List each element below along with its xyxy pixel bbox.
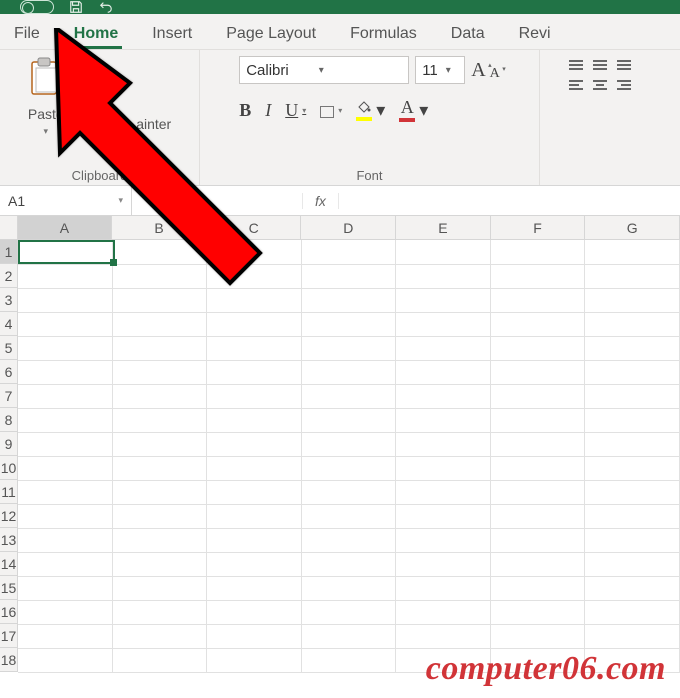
row-header[interactable]: 17	[0, 624, 18, 648]
col-header-b[interactable]: B	[112, 216, 207, 240]
tab-data[interactable]: Data	[447, 19, 489, 49]
title-bar	[0, 0, 680, 14]
row-header[interactable]: 8	[0, 408, 18, 432]
watermark: computer06.com	[426, 650, 666, 688]
col-header-a[interactable]: A	[18, 216, 113, 240]
tab-review[interactable]: Revi	[515, 19, 555, 49]
fx-icon[interactable]: fx	[302, 193, 339, 209]
column-headers: A B C D E F G	[0, 216, 680, 240]
border-icon	[320, 106, 334, 118]
row-header[interactable]: 15	[0, 576, 18, 600]
align-middle-button[interactable]	[593, 60, 607, 70]
col-header-e[interactable]: E	[396, 216, 491, 240]
spreadsheet: A B C D E F G 1 2 3 4 5 6 7 8 9 10 11 12…	[0, 216, 680, 673]
row-header[interactable]: 4	[0, 312, 18, 336]
font-size-value: 11	[422, 62, 438, 79]
formula-bar-row: A1 ▾ fx	[0, 186, 680, 216]
align-right-button[interactable]	[617, 80, 631, 90]
row-header[interactable]: 12	[0, 504, 18, 528]
paintbrush-icon	[74, 114, 90, 133]
group-font: Calibri ▾ 11 ▾ A▴ A▾ B I U▾	[200, 50, 540, 185]
col-header-c[interactable]: C	[207, 216, 302, 240]
chevron-down-icon: ▾	[118, 195, 123, 206]
row-header[interactable]: 2	[0, 264, 18, 288]
row-header[interactable]: 5	[0, 336, 18, 360]
borders-button[interactable]: ▾	[320, 104, 342, 116]
row-header[interactable]: 13	[0, 528, 18, 552]
font-size-select[interactable]: 11 ▾	[415, 56, 465, 84]
row-header[interactable]: 7	[0, 384, 18, 408]
underline-button[interactable]: U▾	[285, 100, 306, 121]
align-left-button[interactable]	[569, 80, 583, 90]
chevron-down-icon: ▾	[338, 106, 342, 115]
font-color-swatch	[399, 118, 415, 122]
align-bottom-button[interactable]	[617, 60, 631, 70]
row-header[interactable]: 16	[0, 600, 18, 624]
row-header[interactable]: 6	[0, 360, 18, 384]
tab-home[interactable]: Home	[70, 19, 122, 49]
align-top-button[interactable]	[569, 60, 583, 70]
chevron-down-icon: ▾	[302, 106, 306, 115]
row-header[interactable]: 10	[0, 456, 18, 480]
bold-button[interactable]: B	[239, 100, 251, 121]
name-box-value: A1	[8, 193, 25, 209]
chevron-down-icon[interactable]: ▾	[376, 100, 385, 121]
group-clipboard-label: Clipboard	[72, 164, 128, 183]
decrease-font-button[interactable]: A▾	[490, 63, 500, 86]
chevron-down-icon: ▾	[446, 65, 451, 76]
row-headers: 1 2 3 4 5 6 7 8 9 10 11 12 13 14 15 16 1…	[0, 240, 18, 673]
font-family-value: Calibri	[246, 62, 289, 79]
row-header[interactable]: 3	[0, 288, 18, 312]
align-center-button[interactable]	[593, 80, 607, 90]
col-header-g[interactable]: G	[585, 216, 680, 240]
tab-insert[interactable]: Insert	[148, 19, 196, 49]
tab-file[interactable]: File	[10, 19, 44, 49]
autosave-toggle[interactable]	[20, 0, 54, 14]
group-clipboard: Paste ▾ y ▾	[0, 50, 200, 185]
scissors-icon	[74, 56, 90, 75]
chevron-down-icon[interactable]: ▾	[419, 100, 428, 121]
row-header[interactable]: 14	[0, 552, 18, 576]
chevron-down-icon: ▾	[44, 126, 49, 137]
font-family-select[interactable]: Calibri ▾	[239, 56, 409, 84]
copy-label: y	[96, 87, 103, 103]
copy-icon	[74, 85, 90, 104]
cut-button[interactable]	[74, 56, 171, 75]
col-header-d[interactable]: D	[301, 216, 396, 240]
font-color-letter: A	[401, 98, 414, 116]
name-box[interactable]: A1 ▾	[0, 186, 132, 216]
paste-button[interactable]: Paste ▾	[28, 56, 64, 137]
ribbon: Paste ▾ y ▾	[0, 50, 680, 186]
ribbon-tabs: File Home Insert Page Layout Formulas Da…	[0, 14, 680, 50]
quick-access-toolbar	[20, 0, 114, 14]
group-font-label: Font	[356, 164, 382, 183]
select-all-corner[interactable]	[0, 216, 18, 240]
fill-color-button[interactable]	[356, 99, 372, 121]
row-header[interactable]: 11	[0, 480, 18, 504]
formula-input[interactable]	[339, 187, 680, 215]
chevron-down-icon: ▾	[109, 86, 116, 103]
row-header[interactable]: 9	[0, 432, 18, 456]
col-header-f[interactable]: F	[491, 216, 586, 240]
italic-button[interactable]: I	[265, 100, 271, 121]
group-alignment	[540, 50, 660, 185]
save-icon[interactable]	[68, 0, 84, 14]
fill-color-swatch	[356, 117, 372, 121]
copy-button[interactable]: y ▾	[74, 85, 171, 104]
chevron-down-icon: ▾	[319, 65, 324, 76]
undo-icon[interactable]	[98, 0, 114, 14]
increase-font-button[interactable]: A▴	[471, 59, 485, 82]
bucket-icon	[356, 99, 372, 117]
font-color-button[interactable]: A	[399, 98, 415, 122]
cells-grid[interactable]	[18, 240, 680, 673]
row-header[interactable]: 18	[0, 648, 18, 672]
tab-page-layout[interactable]: Page Layout	[222, 19, 320, 49]
format-painter-button[interactable]: Frm ainter	[74, 114, 171, 133]
paste-label: Paste	[28, 106, 64, 122]
row-header[interactable]: 1	[0, 240, 18, 264]
format-painter-label: Frm ainter	[96, 116, 171, 132]
tab-formulas[interactable]: Formulas	[346, 19, 421, 49]
